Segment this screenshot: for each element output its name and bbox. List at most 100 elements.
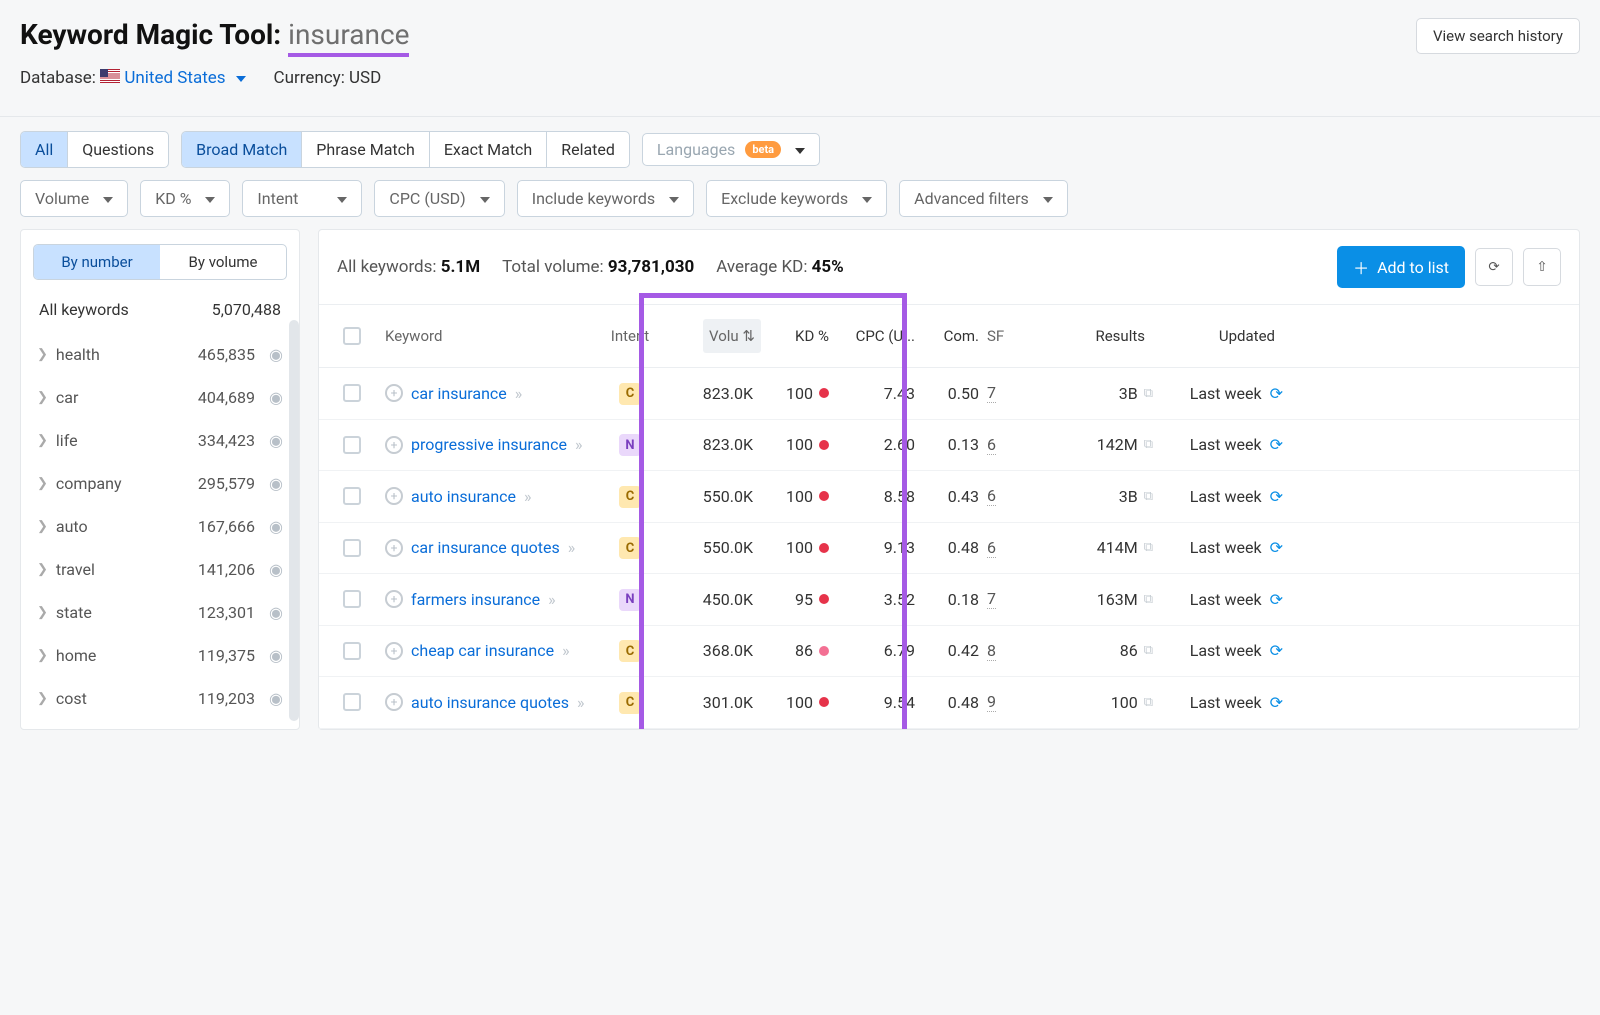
tab-broad-match[interactable]: Broad Match <box>182 132 302 167</box>
export-button[interactable]: ⇧ <box>1523 248 1561 286</box>
double-chevron-icon[interactable]: » <box>575 435 583 454</box>
eye-icon[interactable]: ◉ <box>269 517 283 536</box>
col-updated[interactable]: Updated <box>1153 327 1283 345</box>
sidebar-scrollbar[interactable] <box>289 320 299 721</box>
refresh-row-icon[interactable]: ⟳ <box>1270 435 1283 454</box>
keyword-link[interactable]: car insurance <box>411 384 507 403</box>
double-chevron-icon[interactable]: » <box>577 693 585 712</box>
col-keyword[interactable]: Keyword <box>385 327 595 345</box>
double-chevron-icon[interactable]: » <box>548 590 556 609</box>
sidebar-by-volume[interactable]: By volume <box>160 245 286 279</box>
tab-questions[interactable]: Questions <box>68 132 168 167</box>
tab-all[interactable]: All <box>21 132 68 167</box>
filter-advanced[interactable]: Advanced filters <box>899 180 1068 217</box>
row-checkbox[interactable] <box>343 539 361 557</box>
sidebar-item-life[interactable]: ❯life334,423◉ <box>21 419 299 462</box>
sidebar-item-health[interactable]: ❯health465,835◉ <box>21 333 299 376</box>
add-keyword-icon[interactable]: + <box>385 642 403 660</box>
sidebar-by-number[interactable]: By number <box>34 245 160 279</box>
add-keyword-icon[interactable]: + <box>385 436 403 454</box>
col-volume[interactable]: Volu ⇅ <box>665 319 761 353</box>
double-chevron-icon[interactable]: » <box>568 538 576 557</box>
refresh-button[interactable]: ⟳ <box>1475 248 1513 286</box>
sidebar-item-state[interactable]: ❯state123,301◉ <box>21 591 299 634</box>
filter-include-keywords[interactable]: Include keywords <box>517 180 694 217</box>
refresh-row-icon[interactable]: ⟳ <box>1270 641 1283 660</box>
refresh-row-icon[interactable]: ⟳ <box>1270 590 1283 609</box>
eye-icon[interactable]: ◉ <box>269 474 283 493</box>
col-kd[interactable]: KD % <box>761 327 837 345</box>
col-intent[interactable]: Intent <box>595 327 665 345</box>
filter-cpc[interactable]: CPC (USD) <box>374 180 504 217</box>
sf-value[interactable]: 6 <box>987 435 996 455</box>
row-checkbox[interactable] <box>343 384 361 402</box>
row-checkbox[interactable] <box>343 436 361 454</box>
row-checkbox[interactable] <box>343 642 361 660</box>
sidebar-item-auto[interactable]: ❯auto167,666◉ <box>21 505 299 548</box>
col-sf[interactable]: SF <box>987 327 1033 345</box>
keyword-link[interactable]: progressive insurance <box>411 435 567 454</box>
tab-related[interactable]: Related <box>547 132 629 167</box>
keyword-link[interactable]: car insurance quotes <box>411 538 560 557</box>
refresh-row-icon[interactable]: ⟳ <box>1270 487 1283 506</box>
filter-kd[interactable]: KD % <box>140 180 230 217</box>
col-results[interactable]: Results <box>1033 327 1153 345</box>
sidebar-item-company[interactable]: ❯company295,579◉ <box>21 462 299 505</box>
sidebar-item-car[interactable]: ❯car404,689◉ <box>21 376 299 419</box>
languages-dropdown[interactable]: Languages beta <box>642 133 820 166</box>
sf-value[interactable]: 8 <box>987 641 996 661</box>
serp-icon[interactable]: ⧉ <box>1144 695 1153 710</box>
sf-value[interactable]: 9 <box>987 692 996 712</box>
add-keyword-icon[interactable]: + <box>385 487 403 505</box>
keyword-link[interactable]: farmers insurance <box>411 590 540 609</box>
serp-icon[interactable]: ⧉ <box>1144 437 1153 452</box>
sidebar-item-travel[interactable]: ❯travel141,206◉ <box>21 548 299 591</box>
view-history-button[interactable]: View search history <box>1416 18 1580 54</box>
eye-icon[interactable]: ◉ <box>269 560 283 579</box>
keyword-link[interactable]: cheap car insurance <box>411 641 554 660</box>
serp-icon[interactable]: ⧉ <box>1144 643 1153 658</box>
filter-intent[interactable]: Intent <box>242 180 362 217</box>
sidebar-item-cost[interactable]: ❯cost119,203◉ <box>21 677 299 720</box>
eye-icon[interactable]: ◉ <box>269 431 283 450</box>
double-chevron-icon[interactable]: » <box>562 641 570 660</box>
eye-icon[interactable]: ◉ <box>269 689 283 708</box>
serp-icon[interactable]: ⧉ <box>1144 386 1153 401</box>
double-chevron-icon[interactable]: » <box>524 487 532 506</box>
filter-volume[interactable]: Volume <box>20 180 128 217</box>
keyword-link[interactable]: auto insurance <box>411 487 516 506</box>
sf-value[interactable]: 7 <box>987 589 996 609</box>
serp-icon[interactable]: ⧉ <box>1144 540 1153 555</box>
sf-value[interactable]: 7 <box>987 383 996 403</box>
serp-icon[interactable]: ⧉ <box>1144 592 1153 607</box>
eye-icon[interactable]: ◉ <box>269 603 283 622</box>
refresh-row-icon[interactable]: ⟳ <box>1270 384 1283 403</box>
filter-exclude-keywords[interactable]: Exclude keywords <box>706 180 887 217</box>
refresh-row-icon[interactable]: ⟳ <box>1270 538 1283 557</box>
eye-icon[interactable]: ◉ <box>269 388 283 407</box>
row-checkbox[interactable] <box>343 693 361 711</box>
refresh-row-icon[interactable]: ⟳ <box>1270 693 1283 712</box>
col-cpc[interactable]: CPC (U... <box>837 327 923 345</box>
sidebar-item-home[interactable]: ❯home119,375◉ <box>21 634 299 677</box>
serp-icon[interactable]: ⧉ <box>1144 489 1153 504</box>
double-chevron-icon[interactable]: » <box>515 384 523 403</box>
database-selector[interactable]: Database: United States <box>20 68 246 88</box>
add-keyword-icon[interactable]: + <box>385 539 403 557</box>
col-com[interactable]: Com. <box>923 327 987 345</box>
tab-exact-match[interactable]: Exact Match <box>430 132 547 167</box>
row-checkbox[interactable] <box>343 487 361 505</box>
add-to-list-button[interactable]: ＋Add to list <box>1337 246 1465 288</box>
add-keyword-icon[interactable]: + <box>385 590 403 608</box>
row-checkbox[interactable] <box>343 590 361 608</box>
add-keyword-icon[interactable]: + <box>385 693 403 711</box>
tab-phrase-match[interactable]: Phrase Match <box>302 132 430 167</box>
select-all-checkbox[interactable] <box>343 327 361 345</box>
sidebar-all-keywords-label[interactable]: All keywords <box>39 300 129 319</box>
sf-value[interactable]: 6 <box>987 538 996 558</box>
add-keyword-icon[interactable]: + <box>385 384 403 402</box>
eye-icon[interactable]: ◉ <box>269 345 283 364</box>
eye-icon[interactable]: ◉ <box>269 646 283 665</box>
sf-value[interactable]: 6 <box>987 486 996 506</box>
keyword-link[interactable]: auto insurance quotes <box>411 693 569 712</box>
